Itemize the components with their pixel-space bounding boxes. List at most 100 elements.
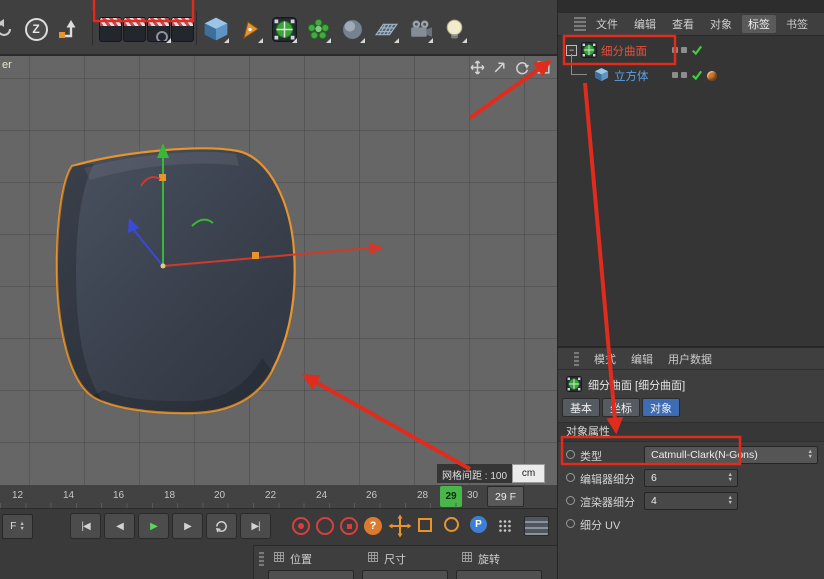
f-label: F [10, 521, 16, 532]
camera-icon[interactable] [406, 14, 434, 44]
menu-tags[interactable]: 标签 [742, 15, 776, 33]
size-header: 尺寸 [384, 551, 406, 567]
record-keyframe-button[interactable] [292, 517, 310, 535]
timeline-tick: 20 [214, 490, 225, 501]
grid-unit-box: cm [512, 464, 545, 483]
attribute-manager: 模式 编辑 用户数据 细分曲面 [细分曲面] 基本 坐标 对象 对象属性 类型 … [557, 346, 824, 579]
subdivision-surface-icon[interactable] [270, 14, 298, 44]
attribute-row-subdivide-uv: 细分 UV [558, 513, 824, 535]
keyframe-circle[interactable] [566, 473, 575, 482]
panel-grip[interactable] [574, 352, 579, 366]
menu-view[interactable]: 查看 [666, 15, 700, 33]
type-dropdown[interactable]: Catmull-Clark(N-Gons) ▲▼ [644, 446, 818, 464]
keyframe-circle[interactable] [566, 450, 575, 459]
panel-grip[interactable] [574, 17, 586, 31]
go-to-start-button[interactable]: |◀ [70, 513, 101, 539]
move-tool-icon[interactable] [388, 514, 412, 538]
visibility-dots-icon[interactable] [672, 72, 687, 78]
object-list: − 细分曲面 立方体 [558, 36, 824, 346]
render-extra-icon[interactable] [168, 14, 196, 44]
spinner-icon[interactable]: ▲▼ [728, 473, 733, 483]
position-input[interactable] [268, 570, 354, 579]
top-toolbar: Z [0, 0, 557, 55]
z-label: Z [25, 18, 48, 41]
menu-objects[interactable]: 对象 [704, 15, 738, 33]
material-tag-icon[interactable] [707, 71, 717, 81]
x-axis-handle[interactable] [252, 252, 259, 259]
volume-icon[interactable] [338, 14, 366, 44]
editor-subdivision-value: 6 [651, 472, 657, 484]
gizmo-center[interactable] [161, 264, 166, 269]
array-generator-icon[interactable] [304, 14, 332, 44]
y-axis-handle[interactable] [159, 174, 166, 181]
attribute-mode-bar: 模式 编辑 用户数据 [558, 348, 824, 370]
rotation-header: 旋转 [478, 551, 500, 567]
scale-tool-icon[interactable] [418, 518, 432, 532]
current-frame-field[interactable]: 29 F [487, 486, 524, 507]
keyframe-circle[interactable] [566, 519, 575, 528]
keyframe-circle[interactable] [566, 496, 575, 505]
model-3d[interactable] [0, 56, 557, 486]
enabled-check-icon[interactable] [691, 44, 703, 56]
attribute-label: 编辑器细分 [580, 471, 635, 487]
position-grid-icon [274, 552, 284, 562]
coordinates-panel: 位置 尺寸 旋转 [253, 545, 557, 579]
panel-grip[interactable] [259, 552, 264, 566]
timeline-tick: 24 [316, 490, 327, 501]
pen-spline-icon[interactable] [236, 14, 264, 44]
light-icon[interactable] [440, 14, 468, 44]
grid-dots-icon[interactable] [498, 519, 512, 536]
z-tool-icon[interactable]: Z [22, 14, 50, 44]
frame-rate-field[interactable]: F ▲▼ [2, 514, 33, 539]
transport-bar: F ▲▼ |◀ ◀ ▶ ▶ ▶| ? P [0, 509, 557, 545]
tab-basic[interactable]: 基本 [562, 398, 600, 417]
visibility-dots-icon[interactable] [672, 47, 687, 53]
viewport[interactable]: er [0, 55, 557, 485]
timeline-tick: 16 [113, 490, 124, 501]
object-row-subdivision-surface[interactable]: − 细分曲面 [558, 38, 824, 63]
autokeying-button[interactable] [316, 517, 334, 535]
c4d-window: Z [0, 0, 824, 579]
timeline-ruler[interactable]: 12 14 16 18 20 22 24 26 28 30 29 [0, 485, 557, 509]
attribute-label: 渲染器细分 [580, 494, 635, 510]
playhead[interactable]: 29 [440, 486, 462, 507]
spinner-icon[interactable]: ▲▼ [728, 496, 733, 506]
type-value: Catmull-Clark(N-Gons) [651, 449, 758, 461]
tab-coordinates[interactable]: 坐标 [602, 398, 640, 417]
plane-grid-icon[interactable] [372, 14, 400, 44]
rotation-input[interactable] [456, 570, 542, 579]
x-axis-arrow[interactable] [369, 242, 384, 255]
keyframe-selection-button[interactable] [340, 517, 358, 535]
menu-bookmarks[interactable]: 书签 [780, 15, 814, 33]
frame-selection-icon[interactable] [54, 14, 82, 44]
cube-primitive-icon[interactable] [202, 14, 230, 44]
panels-icon[interactable] [524, 516, 549, 536]
tab-object[interactable]: 对象 [642, 398, 680, 417]
tab-edit[interactable]: 编辑 [631, 351, 653, 367]
spinner-icon[interactable]: ▲▼ [19, 522, 24, 532]
p-tool-icon[interactable]: P [470, 516, 487, 533]
enabled-check-icon[interactable] [691, 69, 703, 81]
attribute-row-type: 类型 Catmull-Clark(N-Gons) ▲▼ [558, 444, 824, 466]
help-button[interactable]: ? [364, 517, 382, 535]
play-button[interactable]: ▶ [138, 513, 169, 539]
tab-mode[interactable]: 模式 [594, 351, 616, 367]
previous-frame-button[interactable]: ◀ [104, 513, 135, 539]
rotate-tool-icon[interactable] [444, 517, 459, 532]
menu-file[interactable]: 文件 [590, 15, 624, 33]
render-subdivision-field[interactable]: 4 ▲▼ [644, 492, 738, 510]
object-row-cube[interactable]: 立方体 [558, 63, 824, 88]
tab-userdata[interactable]: 用户数据 [668, 351, 712, 367]
size-input[interactable] [362, 570, 448, 579]
timeline-tick: 22 [265, 490, 276, 501]
undo-icon[interactable] [0, 14, 16, 44]
go-to-end-button[interactable]: ▶| [240, 513, 271, 539]
grid-spacing-widget: 网格间距 : 100 cm [437, 464, 545, 483]
editor-subdivision-field[interactable]: 6 ▲▼ [644, 469, 738, 487]
loop-button[interactable] [206, 513, 237, 539]
attribute-row-render-subdivision: 渲染器细分 4 ▲▼ [558, 490, 824, 512]
position-header: 位置 [290, 551, 312, 567]
menu-edit[interactable]: 编辑 [628, 15, 662, 33]
next-frame-button[interactable]: ▶ [172, 513, 203, 539]
bottom-left-filler [0, 545, 253, 579]
